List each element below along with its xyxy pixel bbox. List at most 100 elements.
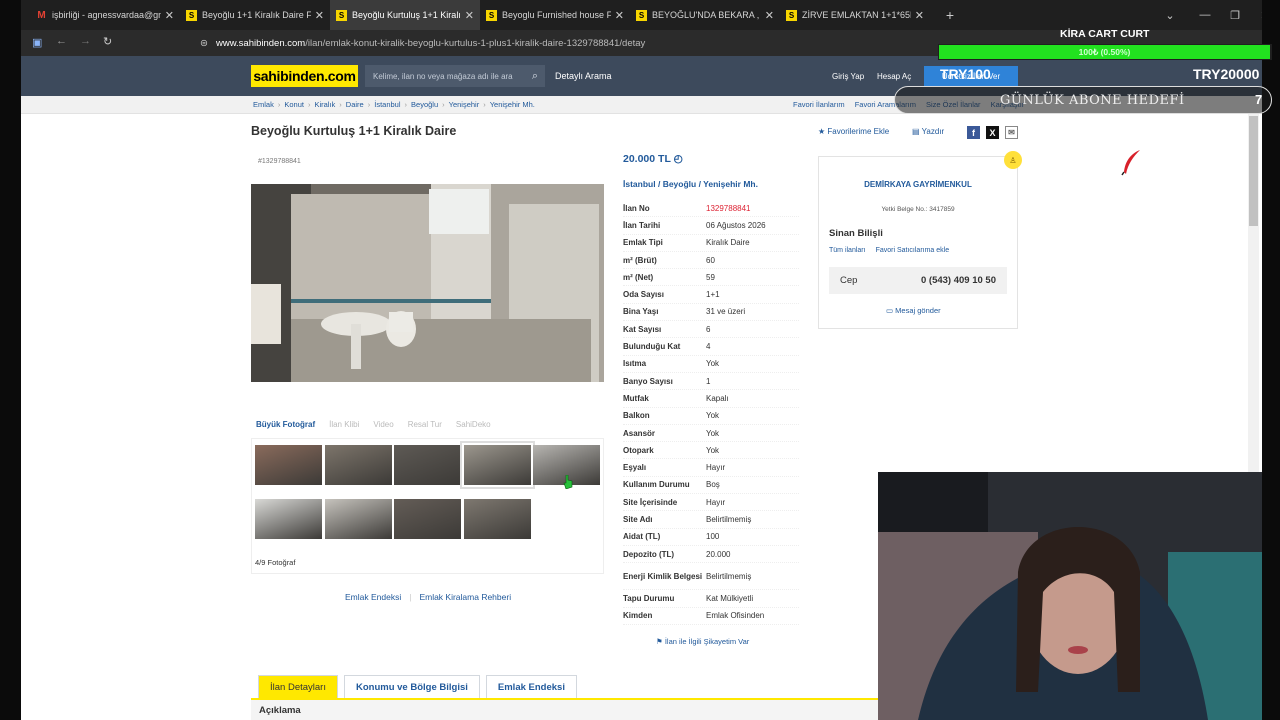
search-input[interactable]: Kelime, ilan no veya mağaza adı ile ara bbox=[365, 65, 545, 87]
browser-tab[interactable]: S Beyoğlu Kurtuluş 1+1 Kiralık Daire ✕ bbox=[330, 0, 480, 30]
photo-thumbnail[interactable] bbox=[394, 445, 461, 485]
print-link[interactable]: ▤ Yazdır bbox=[912, 127, 944, 136]
detail-row: Kullanım Durumu Boş bbox=[623, 477, 799, 495]
detail-tab[interactable]: Emlak Endeksi bbox=[485, 675, 577, 698]
donation-goal-title: KİRA CART CURT bbox=[1060, 28, 1150, 40]
breadcrumb-item[interactable]: Kiralık bbox=[314, 100, 335, 109]
browser-tab[interactable]: S ZİRVE EMLAKTAN 1+1*65M2*3.KAT ✕ bbox=[780, 0, 930, 30]
photo-tool-button[interactable]: Video bbox=[373, 420, 393, 429]
location-link[interactable]: Beyoğlu bbox=[663, 179, 697, 189]
emlak-link[interactable]: Emlak Kiralama Rehberi bbox=[419, 592, 511, 602]
browser-tab-title: işbirliği - agnessvardaa@gmail.com bbox=[52, 10, 161, 20]
complaint-link[interactable]: ⚑ İlan ile İlgili Şikayetim Var bbox=[656, 637, 749, 646]
scrollbar-thumb[interactable] bbox=[1249, 116, 1258, 226]
detail-row: Site Adı Belirtilmemiş bbox=[623, 511, 799, 529]
detail-value: 100 bbox=[706, 532, 720, 542]
location-link[interactable]: Yenişehir Mh. bbox=[703, 179, 758, 189]
forward-icon[interactable]: → bbox=[80, 35, 91, 47]
detail-row: Tapu Durumu Kat Mülkiyetli bbox=[623, 590, 799, 608]
url-path: /ilan/emlak-konut-kiralik-beyoglu-kurtul… bbox=[305, 37, 646, 49]
breadcrumb-item[interactable]: Konut bbox=[284, 100, 304, 109]
detail-value: Yok bbox=[706, 428, 720, 438]
back-icon[interactable]: ← bbox=[56, 35, 67, 47]
detail-key: Oda Sayısı bbox=[623, 290, 664, 300]
browser-tab[interactable]: S BEYOĞLU'NDA BEKARA , YABANCIYA ✕ bbox=[630, 0, 780, 30]
emlak-link[interactable]: Emlak Endeksi bbox=[345, 592, 401, 602]
breadcrumb-item[interactable]: Daire bbox=[346, 100, 364, 109]
browser-tab[interactable]: S Beyoglu Furnished house For Rent ✕ bbox=[480, 0, 630, 30]
photo-tool-button[interactable]: SahiDeko bbox=[456, 420, 491, 429]
photo-thumbnail[interactable] bbox=[463, 499, 531, 539]
detail-row: Oda Sayısı 1+1 bbox=[623, 286, 799, 304]
photo-thumbnail[interactable] bbox=[459, 441, 535, 489]
link-separator: | bbox=[409, 592, 412, 602]
new-tab-button[interactable]: + bbox=[940, 7, 960, 23]
chevron-down-icon[interactable]: ⌄ bbox=[1150, 9, 1190, 22]
photo-tool-button[interactable]: Resal Tur bbox=[408, 420, 442, 429]
detail-key: Tapu Durumu bbox=[623, 593, 675, 603]
site-logo[interactable]: sahibinden.com bbox=[251, 65, 358, 87]
detail-key: Balkon bbox=[623, 411, 650, 421]
register-link[interactable]: Hesap Aç bbox=[877, 72, 911, 81]
photo-tool-button[interactable]: Büyük Fotoğraf bbox=[256, 420, 315, 429]
photo-thumbnail[interactable] bbox=[255, 499, 322, 539]
location-link[interactable]: İstanbul bbox=[623, 179, 656, 189]
agent-company[interactable]: DEMİRKAYA GAYRİMENKUL bbox=[818, 180, 1018, 189]
tab-close-icon[interactable]: ✕ bbox=[615, 9, 624, 22]
price-history-icon[interactable]: ◴ bbox=[674, 153, 683, 165]
agent-link[interactable]: Tüm ilanları bbox=[829, 247, 866, 254]
facebook-icon[interactable]: f bbox=[967, 126, 980, 139]
tab-close-icon[interactable]: ✕ bbox=[765, 9, 774, 22]
url-host: www.sahibinden.com bbox=[215, 37, 306, 49]
detail-row: Depozito (TL) 20.000 bbox=[623, 546, 799, 564]
send-message-link[interactable]: ▭ Mesaj gönder bbox=[886, 306, 941, 315]
x-twitter-icon[interactable]: X bbox=[986, 126, 999, 139]
breadcrumb-item[interactable]: İstanbul bbox=[374, 100, 400, 109]
detail-key: Site İçerisinde bbox=[623, 497, 678, 507]
browser-tab-title: Beyoğlu 1+1 Kiralık Daire Fiyatları bbox=[202, 10, 311, 20]
description-label: Açıklama bbox=[259, 705, 301, 716]
tab-close-icon[interactable]: ✕ bbox=[315, 9, 324, 22]
photo-thumbnail[interactable] bbox=[324, 499, 392, 539]
detail-value: 31 ve üzeri bbox=[706, 307, 746, 317]
left-frame bbox=[0, 0, 21, 720]
maximize-icon[interactable]: ❐ bbox=[1220, 9, 1250, 22]
tab-close-icon[interactable]: ✕ bbox=[165, 9, 174, 22]
minimize-icon[interactable]: — bbox=[1190, 9, 1220, 21]
webcam-overlay bbox=[878, 472, 1262, 720]
tab-close-icon[interactable]: ✕ bbox=[915, 9, 924, 22]
login-link[interactable]: Giriş Yap bbox=[832, 72, 864, 81]
browser-tab[interactable]: S Beyoğlu 1+1 Kiralık Daire Fiyatları ✕ bbox=[180, 0, 330, 30]
browser-tab[interactable]: Mişbirliği - agnessvardaa@gmail.com ✕ bbox=[30, 0, 180, 30]
browser-tab-title: BEYOĞLU'NDA BEKARA , YABANCIYA bbox=[652, 10, 761, 20]
detail-tab[interactable]: Konumu ve Bölge Bilgisi bbox=[343, 675, 480, 698]
photo-thumbnail[interactable] bbox=[255, 445, 322, 485]
detail-key: Bulunduğu Kat bbox=[623, 342, 681, 352]
breadcrumb-item[interactable]: Yenişehir Mh. bbox=[490, 100, 535, 109]
mail-icon[interactable]: ✉ bbox=[1005, 126, 1018, 139]
quick-link[interactable]: Favori İlanlarım bbox=[793, 100, 845, 109]
breadcrumb-item[interactable]: Emlak bbox=[253, 100, 274, 109]
detail-value: 6 bbox=[706, 324, 711, 334]
browser-tab-bar: ▭ Mişbirliği - agnessvardaa@gmail.com✕SB… bbox=[0, 0, 1280, 30]
sidebar-toggle-icon[interactable]: ▣ bbox=[32, 36, 42, 49]
breadcrumb-item[interactable]: Beyoğlu bbox=[411, 100, 438, 109]
breadcrumb-item[interactable]: Yenişehir bbox=[449, 100, 480, 109]
reload-icon[interactable]: ↻ bbox=[103, 35, 112, 48]
site-info-icon[interactable]: ⊜ bbox=[200, 38, 208, 49]
detail-value: 1+1 bbox=[706, 290, 720, 300]
add-favorites-link[interactable]: ★ Favorilerime Ekle bbox=[818, 127, 889, 136]
detail-tab[interactable]: İlan Detayları bbox=[258, 675, 338, 698]
photo-thumbnail[interactable] bbox=[324, 445, 392, 485]
photo-tool-button[interactable]: İlan Klibi bbox=[329, 420, 359, 429]
tab-close-icon[interactable]: ✕ bbox=[465, 9, 474, 22]
photo-thumbnail[interactable] bbox=[394, 499, 461, 539]
main-photo[interactable] bbox=[251, 184, 604, 382]
agent-link[interactable]: Favori Satıcılarıma ekle bbox=[876, 247, 950, 254]
url-field[interactable]: ⊜ www.sahibinden.com /ilan/emlak-konut-k… bbox=[200, 33, 930, 53]
search-icon[interactable]: ⌕ bbox=[525, 65, 545, 87]
detail-row: Bulunduğu Kat 4 bbox=[623, 338, 799, 356]
detailed-search-link[interactable]: Detaylı Arama bbox=[555, 71, 612, 81]
detail-value: Kapalı bbox=[706, 393, 729, 403]
phone-number[interactable]: 0 (543) 409 10 50 bbox=[921, 275, 996, 286]
